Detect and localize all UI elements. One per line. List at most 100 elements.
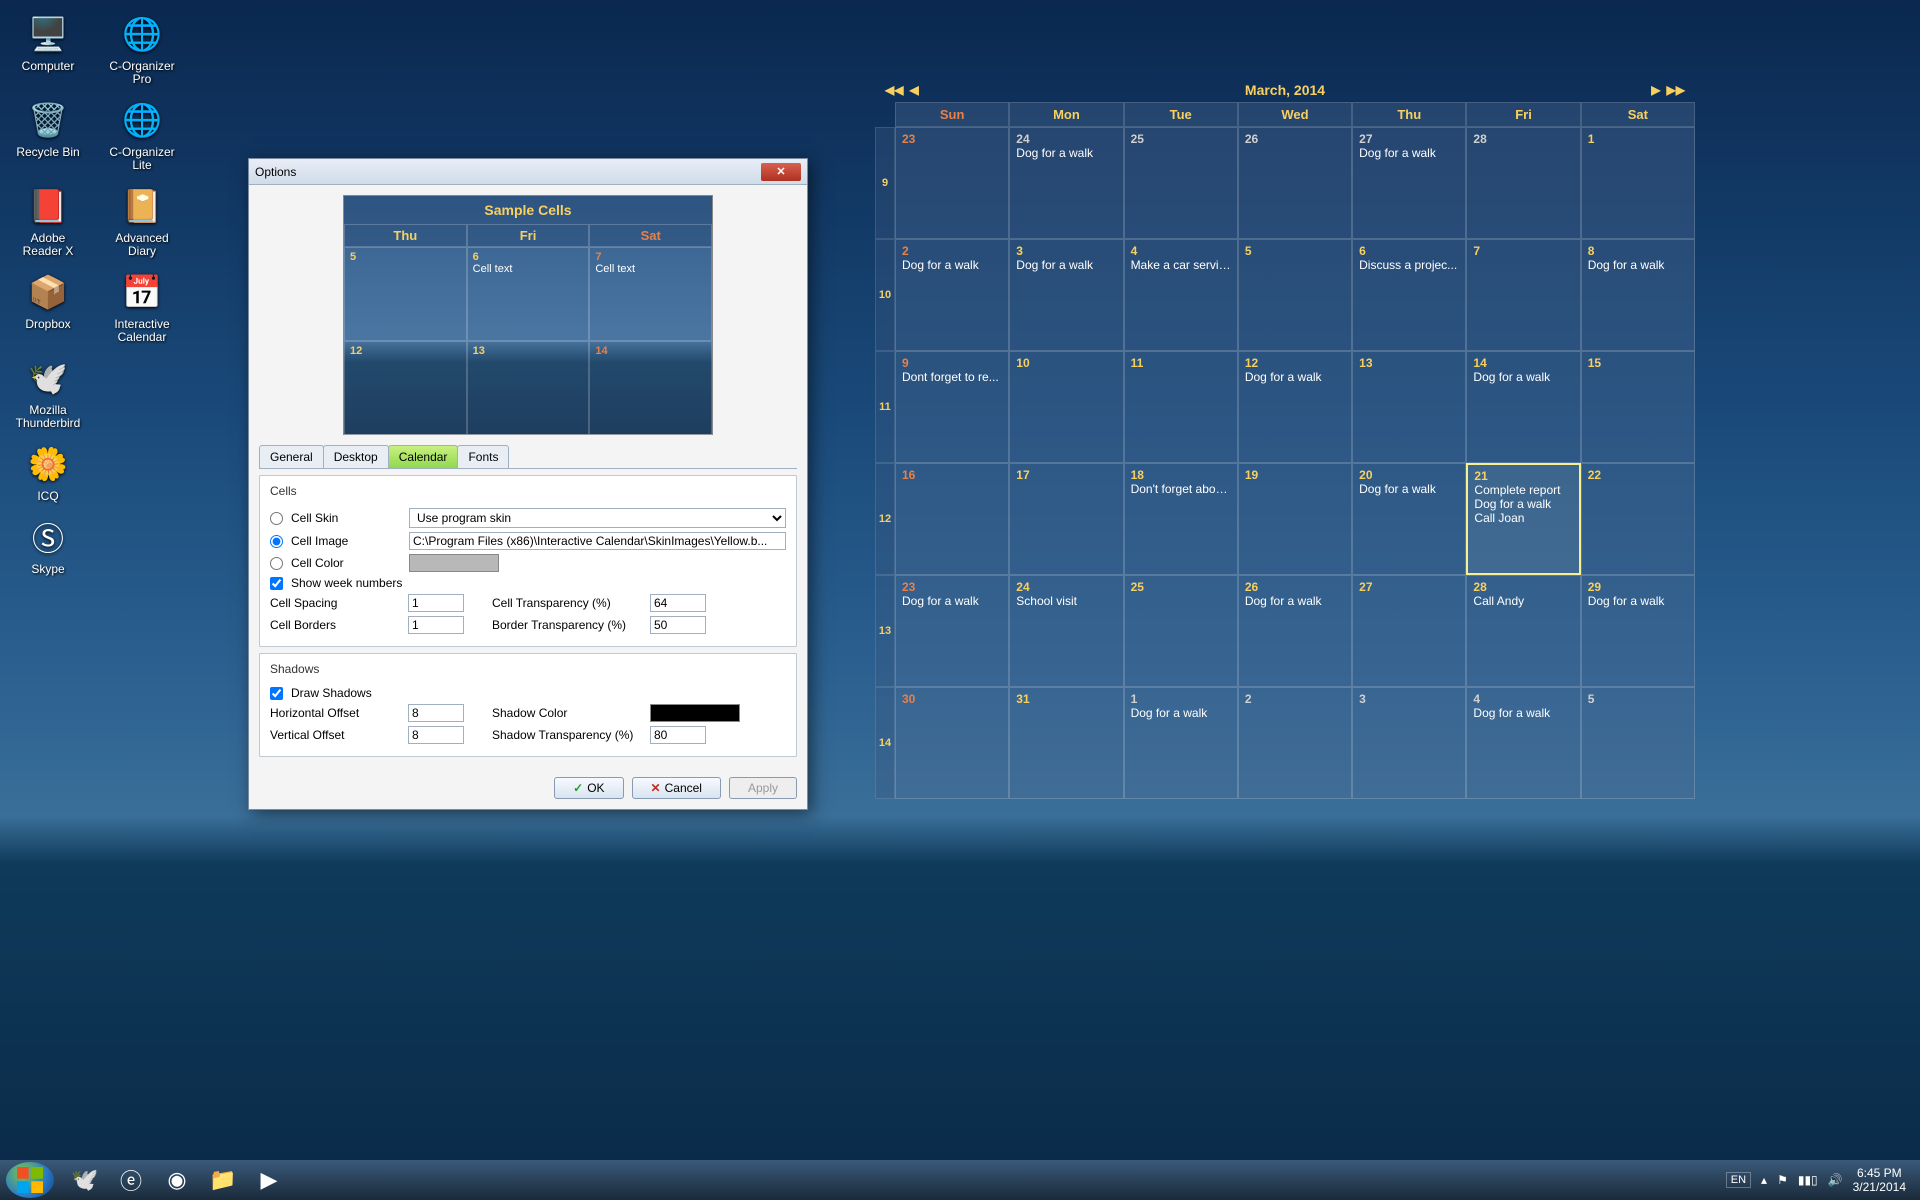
calendar-cell[interactable]: 13 [1352,351,1466,463]
taskbar-chrome-icon[interactable]: ◉ [154,1162,200,1198]
desktop-icon-dropbox[interactable]: 📦Dropbox [10,268,86,344]
cell-color-radio[interactable] [270,557,283,570]
calendar-cell[interactable]: 24Dog for a walk [1009,127,1123,239]
calendar-event[interactable]: Dog for a walk [1473,370,1573,384]
cell-skin-select[interactable]: Use program skin [409,508,786,528]
calendar-cell[interactable]: 10 [1009,351,1123,463]
border-transparency-input[interactable] [650,616,706,634]
calendar-cell[interactable]: 26Dog for a walk [1238,575,1352,687]
calendar-event[interactable]: Complete report [1474,483,1572,497]
taskbar-explorer-icon[interactable]: 📁 [200,1162,246,1198]
volume-icon[interactable]: 🔊 [1828,1173,1843,1187]
desktop-icon-c-organizer-pro[interactable]: 🌐C-Organizer Pro [104,10,180,86]
calendar-cell[interactable]: 17 [1009,463,1123,575]
tab-general[interactable]: General [259,445,324,468]
start-button[interactable] [6,1162,54,1198]
calendar-event[interactable]: Dog for a walk [1016,146,1116,160]
next-year-icon[interactable]: ▶▶ [1667,83,1685,97]
calendar-event[interactable]: Dog for a walk [902,594,1002,608]
calendar-cell[interactable]: 23Dog for a walk [895,575,1009,687]
calendar-event[interactable]: Make a car service [1131,258,1231,272]
close-icon[interactable]: ✕ [761,163,801,181]
draw-shadows-checkbox[interactable] [270,687,283,700]
desktop-icon-recycle-bin[interactable]: 🗑️Recycle Bin [10,96,86,172]
calendar-cell[interactable]: 27Dog for a walk [1352,127,1466,239]
calendar-event[interactable]: Dog for a walk [1245,594,1345,608]
tab-fonts[interactable]: Fonts [457,445,509,468]
cell-transparency-input[interactable] [650,594,706,612]
calendar-event[interactable]: Dog for a walk [1359,146,1459,160]
calendar-cell[interactable]: 3 [1352,687,1466,799]
calendar-event[interactable]: Dog for a walk [1359,482,1459,496]
calendar-event[interactable]: Don't forget abou... [1131,482,1231,496]
calendar-cell[interactable]: 3Dog for a walk [1009,239,1123,351]
taskbar-ie-icon[interactable]: ⓔ [108,1162,154,1198]
calendar-cell[interactable]: 20Dog for a walk [1352,463,1466,575]
tray-chevron-icon[interactable]: ▴ [1761,1173,1767,1187]
calendar-cell[interactable]: 26 [1238,127,1352,239]
desktop-icon-adobe-reader-x[interactable]: 📕Adobe Reader X [10,182,86,258]
calendar-event[interactable]: Dog for a walk [1588,594,1688,608]
calendar-cell[interactable]: 12Dog for a walk [1238,351,1352,463]
desktop-icon-interactive-calendar[interactable]: 📅Interactive Calendar [104,268,180,344]
desktop-icon-skype[interactable]: ⓈSkype [10,513,86,576]
calendar-cell[interactable]: 5 [1581,687,1695,799]
calendar-cell[interactable]: 28 [1466,127,1580,239]
taskbar-thunderbird-icon[interactable]: 🕊️ [62,1162,108,1198]
network-icon[interactable]: ▮▮▯ [1798,1173,1818,1187]
calendar-cell[interactable]: 18Don't forget abou... [1124,463,1238,575]
calendar-cell[interactable]: 30 [895,687,1009,799]
calendar-cell[interactable]: 16 [895,463,1009,575]
prev-month-icon[interactable]: ◀ [909,83,918,97]
calendar-cell[interactable]: 1 [1581,127,1695,239]
desktop-icon-advanced-diary[interactable]: 📔Advanced Diary [104,182,180,258]
calendar-event[interactable]: Dog for a walk [1016,258,1116,272]
calendar-event[interactable]: Dog for a walk [1245,370,1345,384]
calendar-cell[interactable]: 25 [1124,575,1238,687]
calendar-cell[interactable]: 4Make a car service [1124,239,1238,351]
calendar-cell[interactable]: 19 [1238,463,1352,575]
desktop-icon-computer[interactable]: 🖥️Computer [10,10,86,86]
cell-borders-input[interactable] [408,616,464,634]
calendar-cell[interactable]: 5 [1238,239,1352,351]
calendar-cell[interactable]: 4Dog for a walk [1466,687,1580,799]
calendar-cell[interactable]: 23 [895,127,1009,239]
calendar-cell[interactable]: 9Dont forget to re... [895,351,1009,463]
calendar-event[interactable]: Dog for a walk [902,258,1002,272]
language-indicator[interactable]: EN [1726,1172,1751,1188]
calendar-event[interactable]: Discuss a projec... [1359,258,1459,272]
calendar-cell[interactable]: 2 [1238,687,1352,799]
calendar-cell[interactable]: 11 [1124,351,1238,463]
dialog-titlebar[interactable]: Options ✕ [249,159,807,185]
calendar-cell[interactable]: 29Dog for a walk [1581,575,1695,687]
desktop-icon-icq[interactable]: 🌼ICQ [10,440,86,503]
shadow-transparency-input[interactable] [650,726,706,744]
calendar-event[interactable]: Dont forget to re... [902,370,1002,384]
calendar-event[interactable]: Dog for a walk [1588,258,1688,272]
desktop-icon-mozilla-thunderbird[interactable]: 🕊️Mozilla Thunderbird [10,354,86,430]
hoffset-input[interactable] [408,704,464,722]
cell-image-radio[interactable] [270,535,283,548]
shadow-color-swatch[interactable] [650,704,740,722]
calendar-event[interactable]: Dog for a walk [1474,497,1572,511]
calendar-event[interactable]: Dog for a walk [1473,706,1573,720]
calendar-cell[interactable]: 21Complete reportDog for a walkCall Joan [1466,463,1580,575]
ok-button[interactable]: ✓OK [554,777,623,799]
calendar-cell[interactable]: 14Dog for a walk [1466,351,1580,463]
calendar-cell[interactable]: 25 [1124,127,1238,239]
taskbar-wmplayer-icon[interactable]: ▶ [246,1162,292,1198]
voffset-input[interactable] [408,726,464,744]
calendar-cell[interactable]: 8Dog for a walk [1581,239,1695,351]
calendar-event[interactable]: Dog for a walk [1131,706,1231,720]
desktop-icon-c-organizer-lite[interactable]: 🌐C-Organizer Lite [104,96,180,172]
cell-skin-radio[interactable] [270,512,283,525]
next-month-icon[interactable]: ▶ [1651,83,1660,97]
cell-spacing-input[interactable] [408,594,464,612]
calendar-cell[interactable]: 31 [1009,687,1123,799]
calendar-cell[interactable]: 22 [1581,463,1695,575]
calendar-cell[interactable]: 2Dog for a walk [895,239,1009,351]
tab-desktop[interactable]: Desktop [323,445,389,468]
cell-color-swatch[interactable] [409,554,499,572]
prev-year-icon[interactable]: ◀◀ [885,83,903,97]
calendar-cell[interactable]: 27 [1352,575,1466,687]
